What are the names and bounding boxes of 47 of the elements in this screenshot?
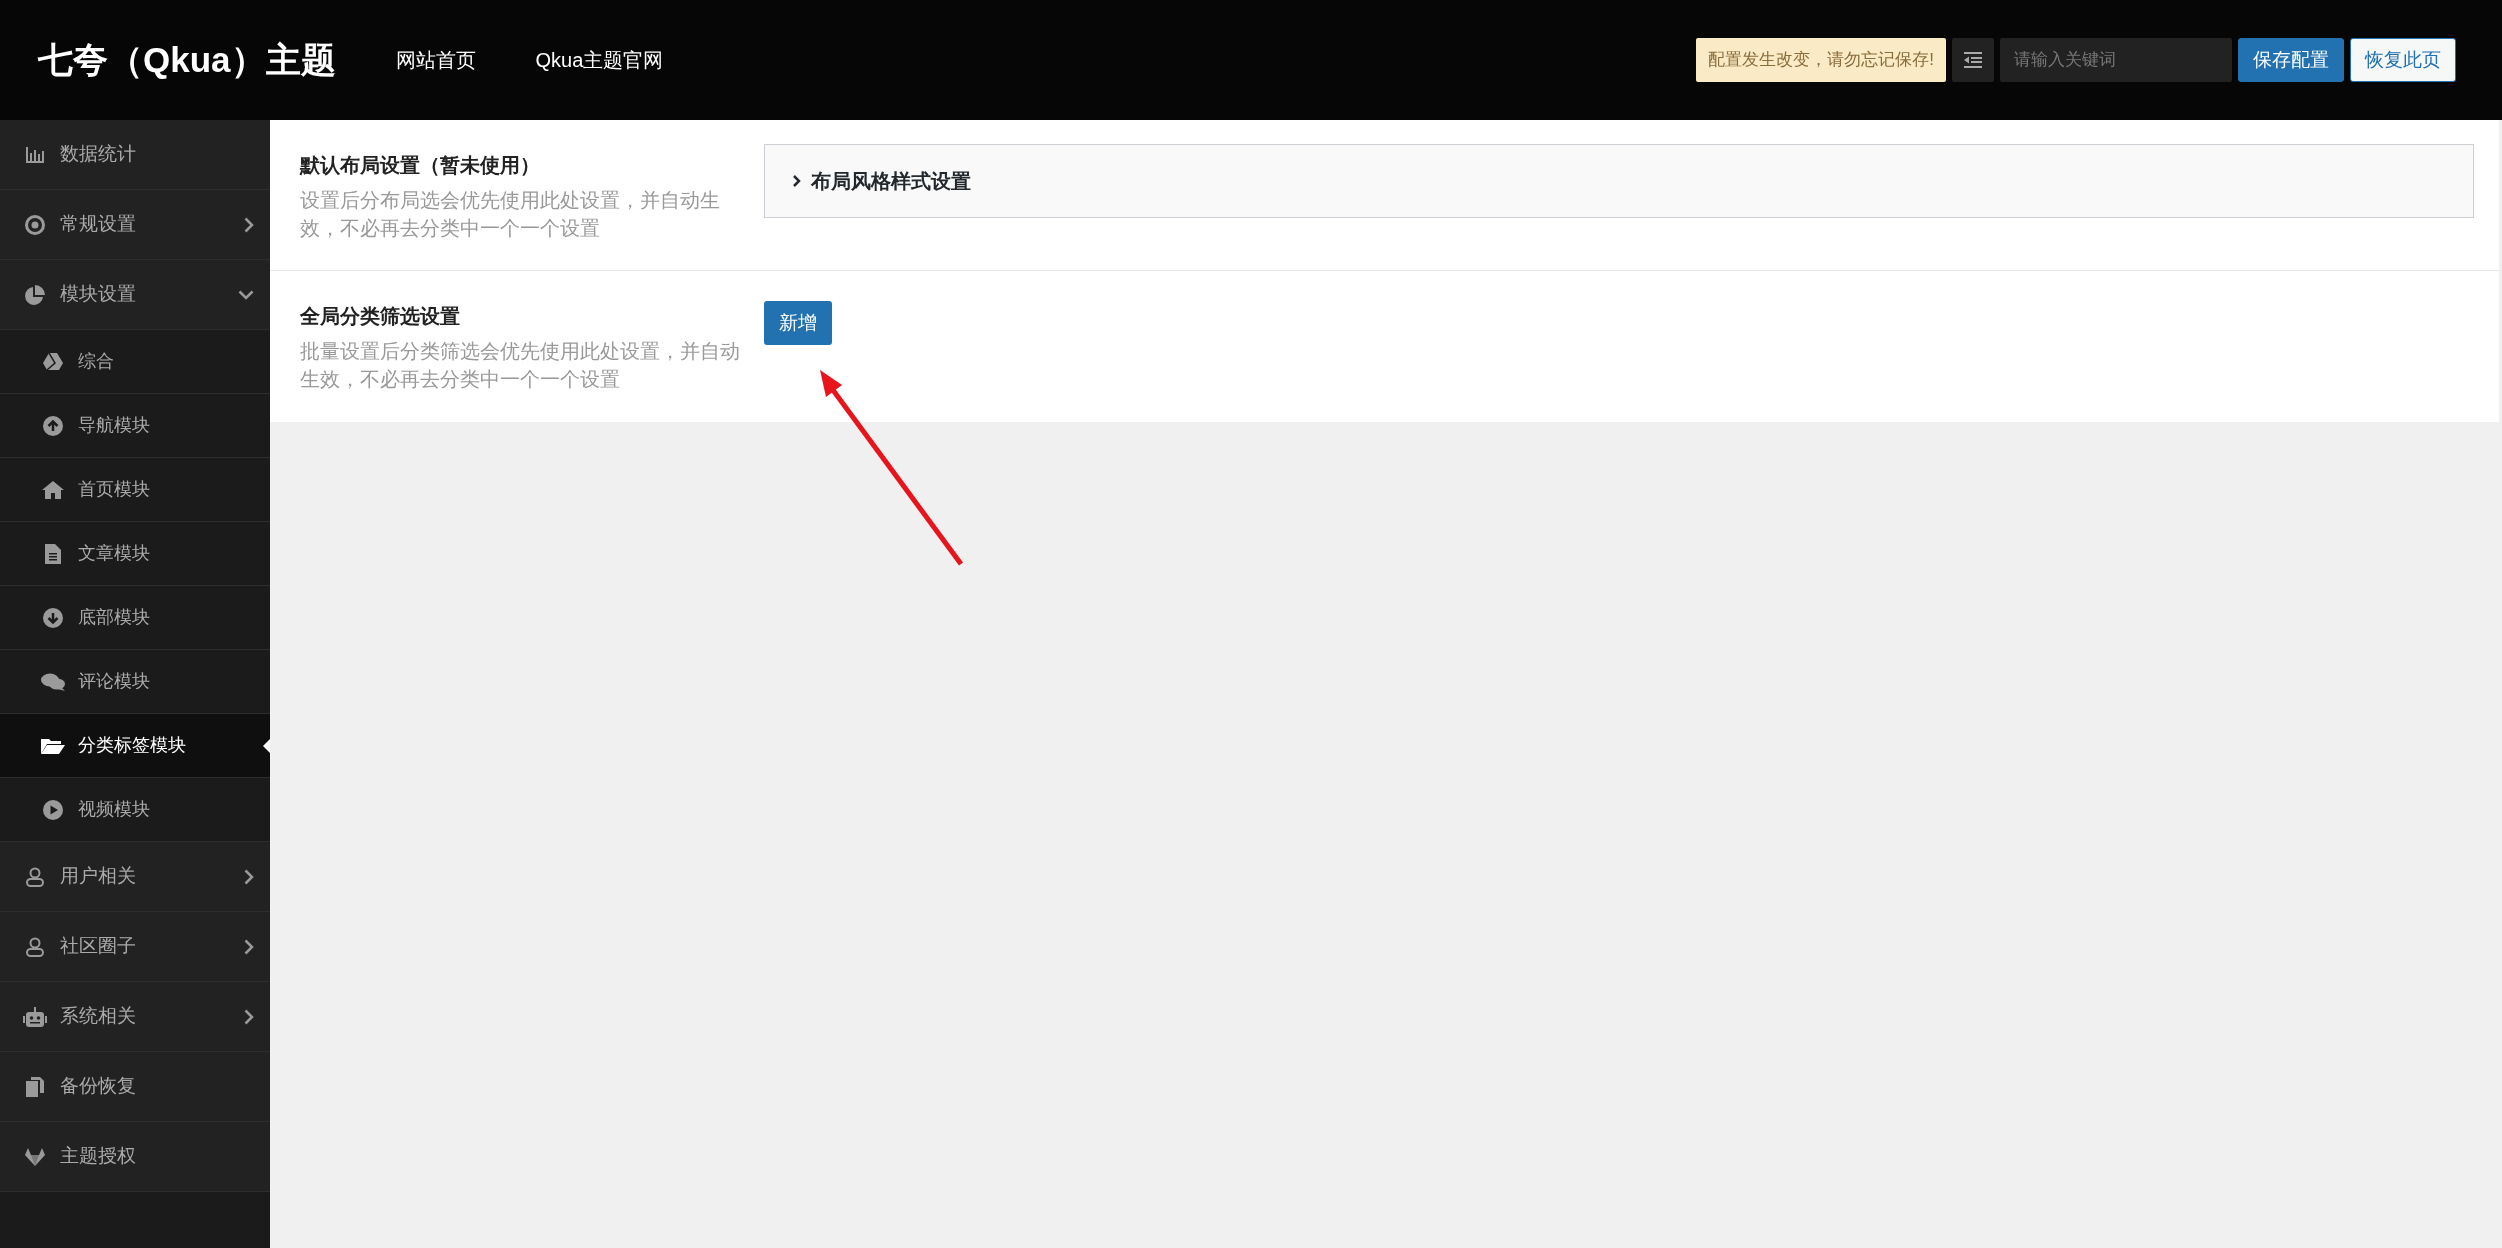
drive-icon bbox=[43, 352, 63, 371]
home-icon bbox=[42, 480, 64, 499]
chevron-right-icon bbox=[244, 938, 254, 955]
accordion-header[interactable]: 布局风格样式设置 bbox=[764, 144, 2474, 218]
sidebar-item[interactable]: 数据统计 bbox=[0, 120, 270, 190]
sidebar-item[interactable]: 主题授权 bbox=[0, 1122, 270, 1192]
save-button[interactable]: 保存配置 bbox=[2238, 38, 2344, 82]
outdent-button[interactable] bbox=[1952, 38, 1994, 82]
down-arrow-circle-icon bbox=[43, 607, 63, 628]
user-icon bbox=[26, 866, 44, 887]
sidebar-item[interactable]: 模块设置 bbox=[0, 260, 270, 330]
setting-title: 全局分类筛选设置 bbox=[300, 304, 461, 329]
sidebar-item[interactable]: 用户相关 bbox=[0, 842, 270, 912]
setting-description: 设置后分布局选会优先使用此处设置，并自动生效，不必再去分类中一个一个设置 bbox=[300, 188, 721, 241]
bar-chart-icon bbox=[26, 146, 44, 163]
setting-title: 默认布局设置（暂未使用） bbox=[300, 153, 541, 178]
robot-icon bbox=[23, 1006, 47, 1027]
target-icon bbox=[25, 214, 45, 235]
site-logo[interactable]: 七夸（Qkua）主题 bbox=[38, 33, 336, 87]
add-button[interactable]: 新增 bbox=[764, 301, 832, 345]
folder-icon bbox=[41, 736, 65, 755]
chevron-right-icon bbox=[244, 868, 254, 885]
restore-button[interactable]: 恢复此页 bbox=[2350, 38, 2456, 82]
unsaved-notice: 配置发生改变，请勿忘记保存! bbox=[1696, 38, 1946, 82]
search-field[interactable]: 请输入关键词 bbox=[2000, 38, 2232, 82]
setting-description: 批量设置后分类筛选会优先使用此处设置，并自动生效，不必再去分类中一个一个设置 bbox=[300, 339, 741, 392]
sidebar-item[interactable]: 社区圈子 bbox=[0, 912, 270, 982]
nav-link[interactable]: 网站首页 bbox=[395, 45, 476, 75]
nav-link[interactable]: Qkua主题官网 bbox=[535, 45, 664, 75]
chevron-down-icon bbox=[238, 289, 254, 300]
outdent-icon bbox=[1964, 52, 1982, 68]
fox-head-icon bbox=[25, 1147, 45, 1166]
chevron-right-icon bbox=[244, 216, 254, 233]
play-circle-icon bbox=[43, 799, 63, 820]
chevron-right-icon bbox=[793, 175, 801, 187]
user-icon bbox=[26, 936, 44, 957]
document-icon bbox=[45, 543, 61, 564]
pie-chart-icon bbox=[24, 283, 46, 306]
copy-icon bbox=[26, 1076, 44, 1097]
sidebar-item[interactable]: 备份恢复 bbox=[0, 1052, 270, 1122]
chat-bubbles-icon bbox=[41, 672, 65, 691]
sidebar-subitem[interactable]: 分类标签模块 bbox=[0, 714, 270, 778]
sidebar-item[interactable]: 系统相关 bbox=[0, 982, 270, 1052]
chevron-right-icon bbox=[244, 1008, 254, 1025]
sidebar-item[interactable]: 常规设置 bbox=[0, 190, 270, 260]
up-arrow-circle-icon bbox=[43, 415, 63, 436]
active-pointer-icon bbox=[263, 739, 270, 753]
